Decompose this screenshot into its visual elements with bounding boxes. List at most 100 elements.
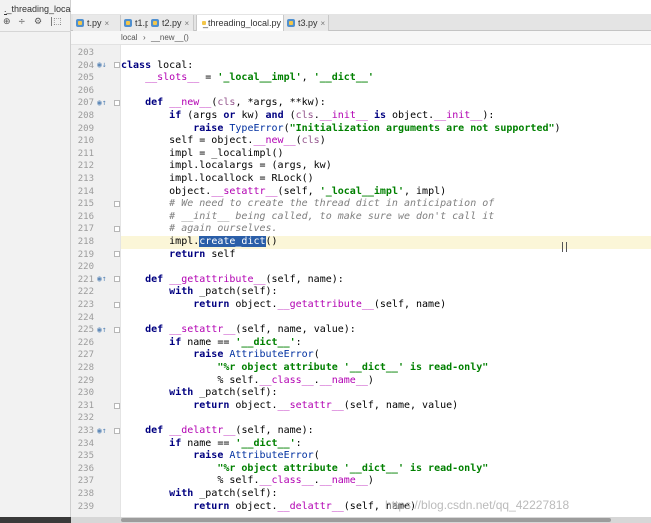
breadcrumb-item-local[interactable]: local: [121, 33, 137, 42]
python-file-icon: [76, 19, 84, 27]
override-marker-icon[interactable]: ◉↑: [97, 426, 107, 435]
line-number: 225: [77, 325, 94, 336]
line-number: 215: [77, 199, 94, 210]
fold-icon[interactable]: [114, 403, 120, 409]
close-icon[interactable]: ×: [185, 19, 190, 28]
python-file-icon: [124, 19, 132, 27]
tab-t-py[interactable]: t.py ×: [73, 15, 121, 31]
line-number: 224: [77, 312, 94, 323]
code-line: return object.__getattribute__(self, nam…: [193, 299, 447, 310]
tab-label: _threading_local.py: [203, 18, 282, 28]
line-number: 214: [77, 186, 94, 197]
line-number: 223: [77, 300, 94, 310]
line-number: 208: [77, 111, 94, 121]
line-number: 216: [77, 211, 94, 222]
fold-icon[interactable]: [114, 201, 120, 207]
hide-panel-icon[interactable]: |⬚: [50, 17, 62, 27]
breadcrumb: local › __new__(): [71, 31, 651, 45]
python-file-icon: [151, 19, 159, 27]
fold-icon[interactable]: [114, 276, 120, 282]
tab-t3-py[interactable]: t3.py ×: [284, 15, 329, 31]
code-line: with _patch(self):: [169, 286, 278, 298]
code-line: self = object.__new__(cls): [121, 135, 326, 147]
line-number: 219: [77, 249, 94, 260]
line-number: 210: [77, 136, 94, 147]
line-number: 206: [77, 85, 94, 96]
line-number: 203: [77, 48, 94, 58]
tab-threading-local-py[interactable]: _threading_local.py ×: [196, 15, 289, 31]
code-line: __slots__ = '_local__impl', '__dict__': [145, 72, 374, 84]
code-line: if (args or kw) and (cls.__init__ is obj…: [169, 110, 495, 121]
locate-icon[interactable]: ⊕: [3, 17, 11, 27]
line-number: 235: [77, 451, 94, 462]
line-number: 211: [77, 148, 94, 159]
code-line-current: impl.create_dict(): [121, 236, 651, 249]
line-number: 220: [77, 262, 94, 273]
panel-footer: [0, 517, 71, 523]
override-marker-icon[interactable]: ◉↑: [97, 325, 107, 334]
line-number: 217: [77, 224, 94, 235]
code-line: def __delattr__(self, name):: [145, 425, 314, 436]
project-file-title[interactable]: ._threading_local.py: [0, 4, 71, 17]
fold-icon[interactable]: [114, 100, 120, 106]
line-number: 232: [77, 413, 94, 424]
close-icon[interactable]: ×: [321, 19, 326, 28]
scrollbar-thumb[interactable]: [121, 518, 611, 522]
text-cursor-icon: [562, 242, 567, 252]
override-marker-icon[interactable]: ◉↑: [97, 274, 107, 283]
selected-text[interactable]: create_dict: [199, 236, 266, 247]
line-number: 205: [77, 73, 94, 84]
tab-label: t.py: [87, 18, 102, 28]
tab-t2-py[interactable]: t2.py ×: [148, 15, 194, 31]
tab-label: t2.py: [162, 18, 182, 28]
code-line: return object.__setattr__(self, name, va…: [193, 399, 459, 411]
fold-icon[interactable]: [114, 62, 120, 68]
breadcrumb-item-new[interactable]: __new__(): [151, 33, 189, 42]
override-marker-icon[interactable]: ◉↓: [97, 60, 107, 69]
editor-tab-bar: t.py × t1.py × t2.py × _threading_local.…: [71, 14, 651, 31]
line-number: 209: [77, 123, 94, 134]
divider: [0, 31, 71, 32]
close-icon[interactable]: ×: [105, 19, 110, 28]
code-line: "%r object attribute '__dict__' is read-…: [217, 362, 489, 373]
line-number: 229: [77, 375, 94, 386]
code-line: raise TypeError("Initialization argument…: [193, 122, 561, 134]
settings-gear-icon[interactable]: ⚙: [34, 17, 42, 27]
override-marker-icon[interactable]: ◉↑: [97, 98, 107, 107]
fold-icon[interactable]: [114, 302, 120, 308]
line-number: 227: [77, 350, 94, 361]
breadcrumb-separator: ›: [143, 33, 146, 42]
code-line: "%r object attribute '__dict__' is read-…: [217, 462, 489, 474]
line-number: 213: [77, 174, 94, 184]
fold-icon[interactable]: [114, 251, 120, 257]
code-line: def __setattr__(self, name, value):: [145, 324, 356, 336]
project-panel: ._threading_local.py ⊕ ÷ ⚙ |⬚: [0, 0, 71, 523]
line-number: 234: [77, 438, 94, 449]
line-number: 212: [77, 161, 94, 172]
tab-label: t3.py: [298, 18, 318, 28]
line-number: 231: [77, 400, 94, 411]
code-line: def __getattribute__(self, name):: [145, 273, 344, 285]
line-number: 228: [77, 363, 94, 373]
line-number: 207: [77, 98, 94, 109]
collapse-icon[interactable]: ÷: [18, 17, 26, 27]
code-line: # __init__ being called, to make sure we…: [169, 210, 495, 222]
line-number: 204: [77, 60, 94, 71]
fold-icon[interactable]: [114, 327, 120, 333]
python-file-icon: [287, 19, 295, 27]
fold-icon[interactable]: [114, 226, 120, 232]
code-line: impl.locallock = RLock(): [121, 173, 314, 184]
line-number: 218: [77, 237, 94, 247]
code-line: % self.__class__.__name__): [121, 374, 374, 386]
line-number: 222: [77, 287, 94, 298]
fold-icon[interactable]: [114, 428, 120, 434]
code-line: # again ourselves.: [169, 223, 278, 235]
code-line: with _patch(self):: [169, 387, 278, 399]
code-line: def __new__(cls, *args, **kw):: [145, 97, 326, 109]
line-number: 230: [77, 388, 94, 399]
